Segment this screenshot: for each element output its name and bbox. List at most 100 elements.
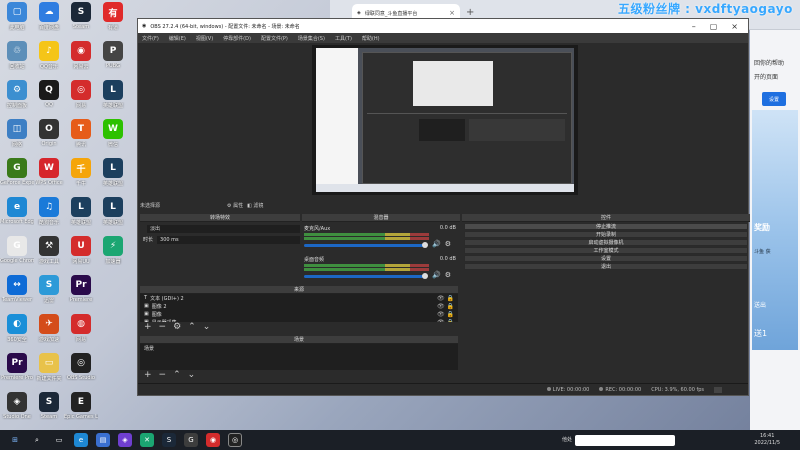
desktop-icon[interactable]: ♲ 回收站	[2, 41, 32, 81]
move-down-icon[interactable]: ⌄	[203, 322, 211, 332]
menu-item[interactable]: 工具(T)	[335, 35, 352, 42]
remove-scene-icon[interactable]: −	[159, 370, 167, 380]
desktop-icon[interactable]: G Google Chrome	[0, 236, 34, 276]
speaker-icon[interactable]: 🔊	[432, 271, 441, 279]
scene-item[interactable]: 场景	[140, 344, 458, 352]
start-recording-button[interactable]: 开始录制	[464, 231, 748, 238]
obs-taskbar-icon[interactable]: ◎	[228, 433, 242, 447]
desktop-icon[interactable]: ♫ 酷狗音乐	[34, 197, 64, 237]
desktop-icon[interactable]: W WPS Office	[34, 158, 64, 198]
desktop-icon[interactable]: ▢ 此电脑	[2, 2, 32, 42]
menu-item[interactable]: 场景集合(S)	[298, 35, 325, 42]
desktop-icon[interactable]: 有有道	[98, 2, 128, 42]
desktop-icon[interactable]: ⚙ 控制面板	[2, 80, 32, 120]
taskbar-clock[interactable]: 16:41 2022/11/5	[754, 433, 780, 447]
gear-icon[interactable]: ⚙	[445, 271, 451, 279]
source-settings-icon[interactable]: ⚙	[173, 322, 181, 332]
source-visibility-lock-icons[interactable]: 👁 🔒	[437, 311, 458, 318]
source-item[interactable]: T 文本 (GDI+) 2 👁 🔒	[140, 294, 458, 302]
desktop-icon[interactable]: L 英雄联盟	[66, 197, 96, 237]
app-icon[interactable]: ◈	[118, 433, 132, 447]
close-icon[interactable]: ×	[731, 22, 738, 31]
desktop-icon[interactable]: W 微信	[98, 119, 128, 159]
desktop-icon[interactable]: L 英雄联盟	[98, 80, 128, 120]
desktop-icon[interactable]: S Steam	[34, 392, 64, 432]
desktop-icon[interactable]: e Microsoft Edge	[0, 197, 34, 237]
move-up-icon[interactable]: ⌃	[188, 322, 196, 332]
menu-item[interactable]: 帮助(H)	[362, 35, 380, 42]
source-visibility-lock-icons[interactable]: 👁 🔒	[437, 303, 458, 310]
desktop-icon[interactable]: L 英雄联盟	[98, 197, 128, 237]
duration-input[interactable]: 300 ms	[157, 235, 300, 244]
desktop-icon[interactable]: ↔ TeamViewer	[2, 275, 32, 315]
taskbar-search-input[interactable]	[575, 435, 675, 446]
desktop-icon[interactable]: ◉ 网易云	[66, 41, 96, 81]
add-scene-icon[interactable]: +	[144, 370, 152, 380]
desktop-icon[interactable]: ◫ 网络	[2, 119, 32, 159]
obs-titlebar[interactable]: ◉ OBS 27.2.4 (64-bit, windows) - 配置文件: 未…	[138, 19, 748, 33]
transition-type-select[interactable]: 淡出	[147, 224, 300, 233]
filters-button[interactable]: ◧ 滤镜	[247, 202, 263, 209]
desktop-icon[interactable]: ◍ 网易	[66, 314, 96, 354]
menu-item[interactable]: 文件(F)	[142, 35, 159, 42]
desktop-icon[interactable]: ◎ OBS Studio	[66, 353, 96, 393]
search-icon[interactable]: ⌕	[30, 433, 44, 447]
transition-type-row[interactable]: 淡出	[140, 224, 300, 233]
desktop-icon[interactable]: ⚒ 游戏工具	[34, 236, 64, 276]
desktop-icon[interactable]: Pr Premiere	[66, 275, 96, 315]
tab-close-icon[interactable]: ×	[449, 9, 455, 17]
menu-item[interactable]: 配置文件(P)	[261, 35, 288, 42]
desktop-icon[interactable]: 千千牛	[66, 158, 96, 198]
desktop-icon[interactable]: U 网易UU	[66, 236, 96, 276]
game-icon[interactable]: G	[184, 433, 198, 447]
desktop-icon[interactable]: Pr Premiere Pro	[1, 353, 33, 393]
desktop-icon[interactable]: ⚡ 加速器	[98, 236, 128, 276]
task-view-icon[interactable]: ▭	[52, 433, 66, 447]
source-visibility-lock-icons[interactable]: 👁 🔒	[437, 319, 458, 323]
xbox-icon[interactable]: ✕	[140, 433, 154, 447]
desktop-icon[interactable]: ♪ QQ音乐	[34, 41, 64, 81]
file-explorer-icon[interactable]: ▤	[96, 433, 110, 447]
start-icon[interactable]: ⊞	[8, 433, 22, 447]
new-tab-icon[interactable]: +	[466, 7, 474, 18]
menu-item[interactable]: 视图(V)	[196, 35, 213, 42]
move-up-icon[interactable]: ⌃	[173, 370, 181, 380]
gear-icon[interactable]: ⚙	[445, 240, 451, 248]
track-mic-volume-handle[interactable]	[422, 242, 428, 248]
menu-item[interactable]: 停靠部件(D)	[223, 35, 251, 42]
studio-mode-button[interactable]: 工作室模式	[464, 247, 748, 254]
start-virtual-camera-button[interactable]: 启动虚拟摄像机	[464, 239, 748, 246]
desktop-icon[interactable]: ▭ 新建文件夹	[34, 353, 64, 393]
preview-canvas[interactable]	[312, 45, 578, 195]
desktop-icon[interactable]: ◈ Studio One	[2, 392, 32, 432]
desktop-icon[interactable]: O Origin	[34, 119, 64, 159]
minimize-icon[interactable]: –	[692, 22, 696, 31]
desktop-icon[interactable]: L 英雄联盟	[98, 158, 128, 198]
source-item[interactable]: ▣ 图像 2 👁 🔒	[140, 302, 458, 310]
move-down-icon[interactable]: ⌄	[188, 370, 196, 380]
edge-icon[interactable]: e	[74, 433, 88, 447]
desktop-icon[interactable]: ☁ 百度网盘	[34, 2, 64, 42]
maximize-icon[interactable]: ▢	[710, 22, 718, 31]
add-source-icon[interactable]: +	[144, 322, 152, 332]
desktop-icon[interactable]: ◎ 网易	[66, 80, 96, 120]
desktop-icon[interactable]: ◐ 360安全	[2, 314, 32, 354]
remove-source-icon[interactable]: −	[159, 322, 167, 332]
stop-streaming-button[interactable]: 停止推流	[464, 223, 748, 230]
desktop-icon[interactable]: S Steam	[66, 2, 96, 42]
desktop-icon[interactable]: T 腾讯	[66, 119, 96, 159]
desktop-icon[interactable]: Q QQ	[34, 80, 64, 120]
settings-button[interactable]: 设置	[464, 255, 748, 262]
track-desktop-volume-slider[interactable]	[304, 275, 426, 278]
desktop-icon[interactable]: P PUBG	[98, 41, 128, 81]
track-desktop-volume-handle[interactable]	[422, 273, 428, 279]
desktop-icon[interactable]: E Epic Games Launcher	[64, 392, 98, 432]
menu-item[interactable]: 编辑(E)	[169, 35, 186, 42]
side-settings-button[interactable]: 设置	[762, 92, 786, 106]
steam-icon[interactable]: S	[162, 433, 176, 447]
properties-button[interactable]: ⚙ 属性	[227, 202, 243, 209]
netease-icon[interactable]: ◉	[206, 433, 220, 447]
exit-button[interactable]: 退出	[464, 263, 748, 270]
desktop-icon[interactable]: S 迅雷	[34, 275, 64, 315]
desktop-icon[interactable]: G GeForce Experience	[0, 158, 34, 198]
